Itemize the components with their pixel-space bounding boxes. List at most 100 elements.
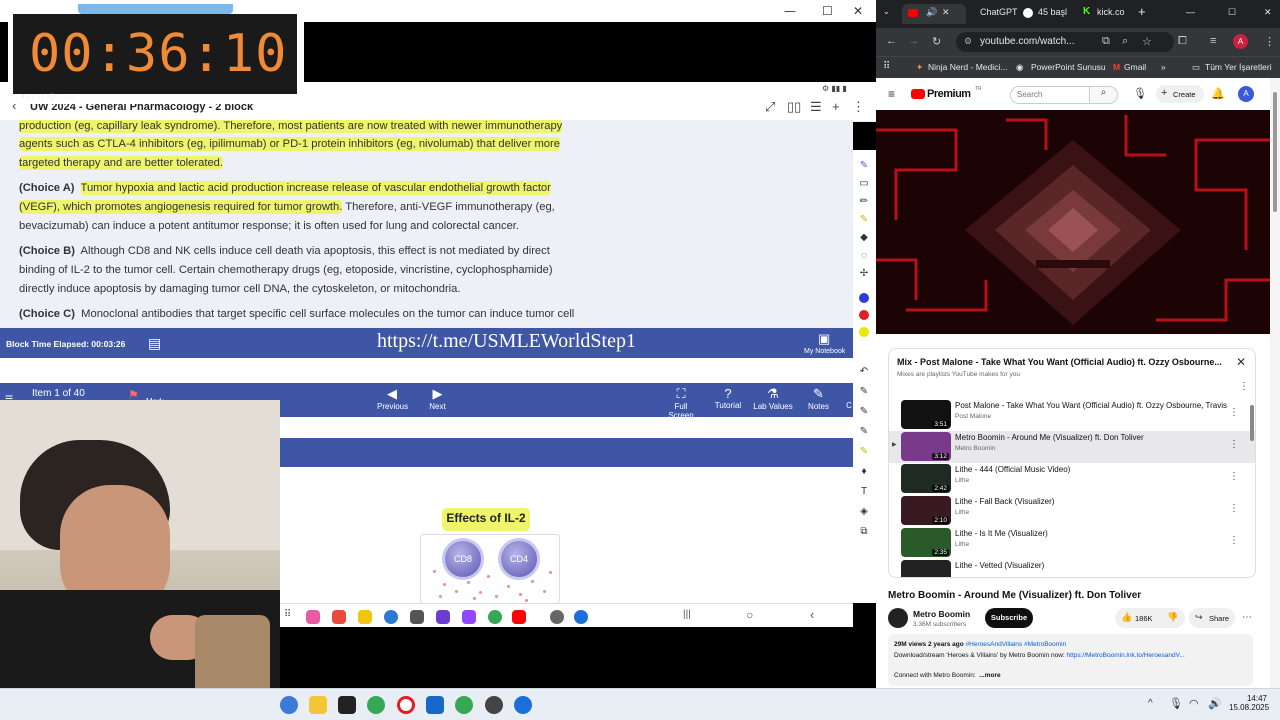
minimize-button[interactable]: —	[1186, 7, 1195, 17]
camera-app-icon[interactable]	[410, 610, 424, 624]
note-icon[interactable]: ▭	[857, 178, 871, 190]
notes-button[interactable]: ✎ Notes	[806, 386, 831, 411]
bookmark-star-icon[interactable]: ☆	[1142, 35, 1152, 48]
pencil-icon[interactable]: ✏	[857, 196, 871, 208]
highlighter-icon[interactable]: ✎	[857, 446, 871, 458]
more-menu-icon[interactable]: ⋮	[852, 99, 865, 115]
playlist-item[interactable]: 3:51 Post Malone - Take What You Want (O…	[889, 399, 1255, 431]
extensions-icon[interactable]: ⧠	[1178, 35, 1187, 48]
store-icon[interactable]	[426, 696, 444, 714]
tutorial-button[interactable]: ? Tutorial	[713, 386, 743, 410]
bookmark-powerpoint[interactable]: PowerPoint Sunusu	[1031, 62, 1106, 72]
lab-values-button[interactable]: ⚗ Lab Values	[753, 386, 793, 411]
reading-list-icon[interactable]: ≡	[1210, 35, 1216, 47]
item-menu-icon[interactable]: ⋮	[1229, 407, 1239, 418]
playlist-item[interactable]: Lithe - Vetted (Visualizer)	[889, 559, 1255, 577]
channel-avatar[interactable]	[888, 608, 908, 628]
playlist-item[interactable]: 2:35 Lithe - Is It Me (Visualizer) Lithe…	[889, 527, 1255, 559]
red-color-icon[interactable]	[859, 310, 869, 320]
full-screen-button[interactable]: ⛶ Full Screen	[661, 386, 701, 420]
text-icon[interactable]: T	[857, 486, 871, 498]
item-menu-icon[interactable]: ⋮	[1229, 471, 1239, 482]
playlist-scrollbar[interactable]	[1250, 405, 1254, 441]
item-menu-icon[interactable]: ⋮	[1229, 439, 1239, 450]
app-icon[interactable]	[485, 696, 503, 714]
apps-icon[interactable]: ⠿	[883, 61, 890, 72]
calculator-button[interactable]: C	[845, 401, 853, 410]
home-icon[interactable]: ○	[746, 608, 753, 622]
blue-color-icon[interactable]	[859, 293, 869, 303]
file-explorer-icon[interactable]	[309, 696, 327, 714]
highlighter-icon[interactable]: ✎	[857, 214, 871, 226]
like-icon[interactable]: 👍	[1121, 612, 1132, 623]
notifications-bell-icon[interactable]: 🔔	[1211, 87, 1225, 100]
minimize-button[interactable]: —	[784, 4, 796, 18]
subscribe-button[interactable]: Subscribe	[985, 608, 1033, 628]
more-link[interactable]: ...more	[979, 672, 1000, 679]
app-icon[interactable]	[280, 696, 298, 714]
chrome-menu-icon[interactable]: ⋮	[1264, 35, 1275, 48]
pen-icon[interactable]: ✎	[857, 160, 871, 172]
more-bookmarks[interactable]: »	[1161, 62, 1166, 72]
list-icon[interactable]: ☰	[810, 99, 822, 115]
tab-kick[interactable]: kick.co	[1097, 7, 1125, 17]
recents-icon[interactable]: |||	[683, 609, 691, 620]
previous-button[interactable]: ◀ Previous	[377, 386, 408, 411]
twitch-icon[interactable]	[462, 610, 476, 624]
eraser-icon[interactable]: ◆	[857, 232, 871, 244]
close-button[interactable]: ✕	[1264, 7, 1272, 18]
back-icon[interactable]: ‹	[810, 607, 814, 622]
translate-icon[interactable]: ⧉	[1102, 35, 1110, 48]
app-icon[interactable]	[306, 610, 320, 624]
app-icon[interactable]	[574, 610, 588, 624]
all-bookmarks[interactable]: Tüm Yer İşaretleri	[1205, 62, 1272, 72]
add-icon[interactable]: +	[832, 99, 840, 114]
channel-name[interactable]: Metro Boomin	[913, 609, 970, 619]
my-notebook-button[interactable]: My Notebook	[804, 348, 845, 355]
apps-grid-icon[interactable]: ⠿	[284, 609, 291, 620]
playlist-item[interactable]: 2:10 Lithe - Fall Back (Visualizer) Lith…	[889, 495, 1255, 527]
app-icon[interactable]	[436, 610, 450, 624]
youtube-logo-text[interactable]: Premium	[927, 88, 971, 100]
reload-icon[interactable]: ↻	[932, 35, 941, 48]
tab-close-icon[interactable]: ✕	[942, 7, 950, 18]
profile-avatar[interactable]: A	[1233, 34, 1248, 49]
notes-app-icon[interactable]	[358, 610, 372, 624]
description-link[interactable]: https://MetroBoomin.lnk.to/HeroesandV...	[1067, 652, 1185, 659]
youtube-icon[interactable]	[512, 610, 526, 624]
chrome-profile-icon[interactable]	[455, 696, 473, 714]
tab-search-icon[interactable]: ⌄	[883, 7, 890, 16]
dislike-icon[interactable]: 👎	[1167, 612, 1178, 623]
wifi-icon[interactable]: ◠	[1189, 697, 1199, 710]
shapes-icon[interactable]: ✢	[857, 268, 871, 280]
app-icon[interactable]	[338, 696, 356, 714]
page-scrollbar[interactable]	[1270, 78, 1280, 688]
description-box[interactable]: 29M views 2 years ago #HeroesAndVillains…	[888, 634, 1253, 686]
book-view-icon[interactable]: ▯▯	[787, 99, 801, 115]
share-button[interactable]: ↪ Share	[1189, 608, 1235, 628]
expand-icon[interactable]: ⤢	[765, 99, 775, 115]
tab-search[interactable]: 45 başl	[1038, 7, 1067, 17]
close-playlist-icon[interactable]: ✕	[1236, 355, 1246, 369]
site-info-icon[interactable]: ⚙	[964, 36, 972, 47]
chrome-icon[interactable]	[488, 610, 502, 624]
pen-icon[interactable]: ✎	[857, 406, 871, 418]
tab-youtube[interactable]: 🔊 ✕	[902, 4, 966, 24]
volume-icon[interactable]: 🔊	[1208, 697, 1222, 710]
video-player[interactable]	[876, 110, 1270, 334]
youtube-logo-icon[interactable]	[911, 89, 925, 99]
item-menu-icon[interactable]: ⋮	[1229, 535, 1239, 546]
close-button[interactable]: ✕	[853, 4, 863, 18]
search-input[interactable]: Search	[1010, 86, 1090, 104]
more-actions-icon[interactable]: ⋯	[1242, 612, 1252, 623]
next-button[interactable]: ▶ Next	[425, 386, 450, 411]
app-icon[interactable]	[332, 610, 346, 624]
zoom-icon[interactable]: ⌕	[1122, 35, 1128, 48]
maximize-button[interactable]: ☐	[822, 4, 833, 18]
tab-chatgpt[interactable]: ChatGPT	[980, 7, 1018, 17]
chrome-icon[interactable]	[367, 696, 385, 714]
mic-icon[interactable]: 🎙	[1133, 87, 1147, 100]
ink-icon[interactable]: ♦	[857, 466, 871, 478]
playlist-item-active[interactable]: ▶ 3:12 Metro Boomin - Around Me (Visuali…	[889, 431, 1255, 463]
layers-icon[interactable]: ◈	[857, 506, 871, 518]
